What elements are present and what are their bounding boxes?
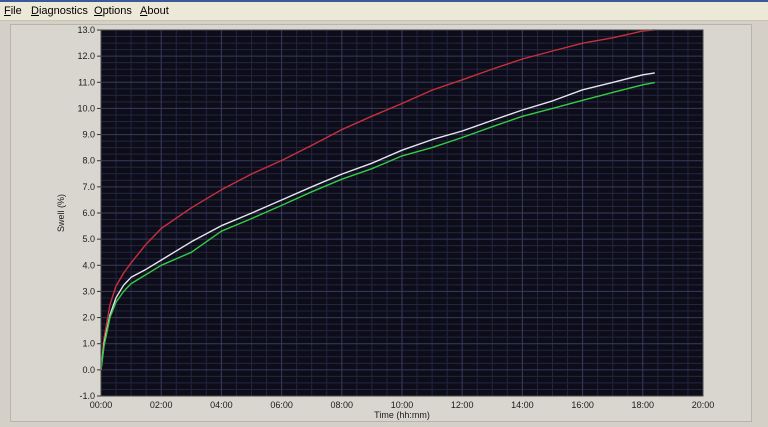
x-tick-label: 14:00 [511,400,534,410]
y-tick-label: 5.0 [82,234,95,244]
x-tick-label: 06:00 [270,400,293,410]
y-tick-label: 2.0 [82,313,95,323]
x-axis-label: Time (hh:mm) [374,410,430,420]
y-tick-label: 4.0 [82,260,95,270]
y-axis-label: Swell (%) [56,194,66,232]
y-tick-label: 6.0 [82,208,95,218]
x-tick-label: 10:00 [391,400,414,410]
x-tick-label: 16:00 [571,400,594,410]
y-tick-label: 10.0 [77,103,95,113]
x-tick-label: 08:00 [331,400,354,410]
x-tick-label: 04:00 [210,400,233,410]
swell-chart: 00:00 02:00 04:00 06:00 08:00 10:00 12:00 14:00… [56,25,715,420]
x-tick-label: 02:00 [150,400,173,410]
y-tick-label: 7.0 [82,182,95,192]
y-tick-label: 1.0 [82,339,95,349]
y-tick-label: 9.0 [82,130,95,140]
y-tick-label: 0.0 [82,365,95,375]
y-tick-label: -1.0 [79,391,95,401]
y-tick-label: 12.0 [77,51,95,61]
x-tick-label: 00:00 [90,400,113,410]
y-tick-label: 8.0 [82,156,95,166]
x-tick-label: 20:00 [692,400,715,410]
x-tick-label: 12:00 [451,400,474,410]
y-tick-label: 11.0 [78,77,95,87]
y-tick-label: 3.0 [82,286,95,296]
x-tick-label: 18:00 [632,400,655,410]
y-tick-label: 13.0 [77,25,95,35]
